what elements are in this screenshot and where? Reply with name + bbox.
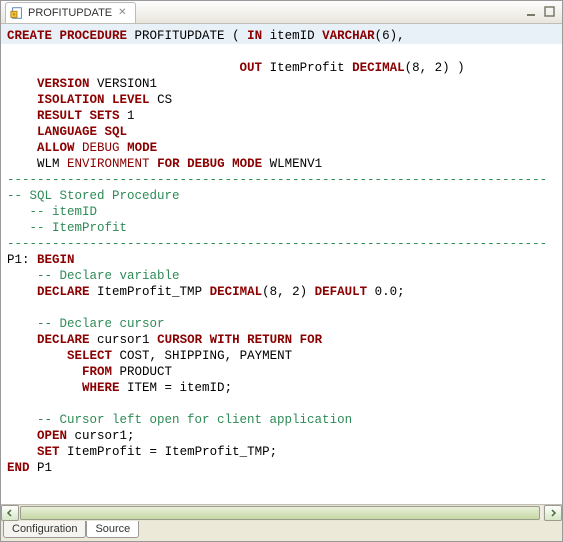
maximize-icon[interactable] bbox=[542, 4, 558, 20]
bottom-tab-bar: Configuration Source bbox=[1, 521, 562, 541]
tab-configuration[interactable]: Configuration bbox=[3, 521, 86, 538]
tab-title: PROFITUPDATE bbox=[28, 7, 112, 19]
close-icon[interactable]: ✕ bbox=[118, 7, 126, 18]
scroll-left-button[interactable] bbox=[1, 505, 19, 521]
horizontal-scrollbar[interactable] bbox=[1, 504, 562, 521]
scroll-track[interactable] bbox=[20, 506, 543, 520]
editor-tab[interactable]: PROFITUPDATE ✕ bbox=[5, 2, 136, 23]
scroll-right-button[interactable] bbox=[544, 505, 562, 521]
tab-source[interactable]: Source bbox=[86, 521, 139, 538]
title-bar: PROFITUPDATE ✕ bbox=[1, 1, 562, 24]
code-editor[interactable]: CREATE PROCEDURE PROFITUPDATE ( IN itemI… bbox=[1, 24, 562, 504]
sql-proc-icon bbox=[10, 6, 24, 20]
editor-panel: PROFITUPDATE ✕ CREATE PROCEDURE PROFITUP… bbox=[0, 0, 563, 542]
minimize-icon[interactable] bbox=[524, 4, 540, 20]
code-content: CREATE PROCEDURE PROFITUPDATE ( IN itemI… bbox=[1, 24, 562, 480]
scroll-thumb[interactable] bbox=[20, 506, 540, 520]
